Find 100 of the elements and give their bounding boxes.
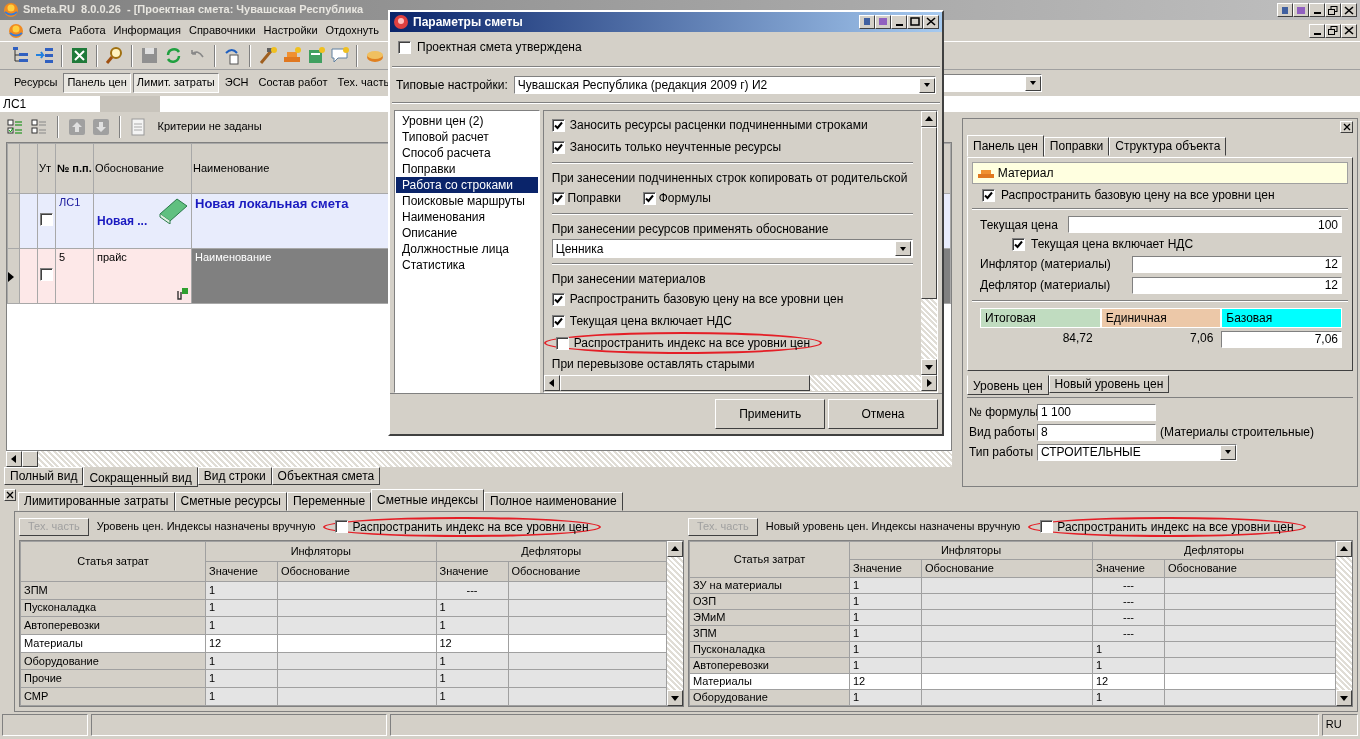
toolbar-button[interactable]: Ресурсы	[10, 73, 62, 93]
checklist-icon[interactable]	[6, 118, 24, 136]
dropdown-field[interactable]: Ценника	[551, 239, 913, 259]
pin-button[interactable]	[859, 15, 875, 29]
toolbar-button[interactable]: Тех. часть	[333, 73, 394, 93]
minimize-button[interactable]	[1309, 3, 1325, 17]
settings-section[interactable]: Уровни цен (2)	[396, 113, 538, 130]
dropdown-button[interactable]	[919, 77, 935, 93]
close-button[interactable]	[1341, 23, 1358, 38]
maximize-button[interactable]	[907, 15, 923, 29]
palette-button[interactable]	[875, 15, 891, 29]
pin-button[interactable]	[1277, 3, 1293, 17]
toolbar-button[interactable]: Панель цен	[63, 73, 131, 93]
scroll-button[interactable]	[667, 541, 683, 557]
menu-item[interactable]: Отдохнуть	[322, 22, 383, 39]
settings-section[interactable]: Способ расчета	[396, 145, 538, 162]
vertical-scrollbar[interactable]	[921, 111, 937, 376]
vertical-scrollbar[interactable]	[667, 541, 683, 706]
settings-section[interactable]: Типовой расчет	[396, 129, 538, 146]
toolbar-button[interactable]: Состав работ	[254, 73, 332, 93]
dialog-button[interactable]: Применить	[715, 399, 826, 429]
horizontal-scrollbar[interactable]	[6, 451, 952, 467]
horizontal-scrollbar[interactable]	[543, 375, 937, 392]
toolbar-button[interactable]: Лимит. затраты	[132, 73, 219, 93]
tab[interactable]: Переменные	[286, 492, 372, 511]
scroll-button[interactable]	[1336, 541, 1352, 557]
tree-insert-icon[interactable]	[34, 45, 55, 66]
scroll-thumb[interactable]	[921, 127, 937, 300]
settings-section[interactable]: Наименования	[396, 209, 538, 226]
scroll-button[interactable]	[921, 111, 937, 128]
input-field[interactable]: 12	[1132, 255, 1342, 273]
minimize-button[interactable]	[891, 15, 907, 29]
language-indicator[interactable]: RU	[1322, 714, 1358, 736]
panel-tab[interactable]: Панель цен	[967, 135, 1044, 157]
input-field[interactable]: СТРОИТЕЛЬНЫЕ	[1037, 443, 1237, 461]
vertical-scrollbar[interactable]	[1336, 541, 1352, 706]
hammer-icon[interactable]	[257, 45, 278, 66]
dropdown-field[interactable]: Чувашская Республика (редакция 2009 г) И2	[513, 76, 936, 95]
palette-button[interactable]	[1293, 3, 1309, 17]
view-tab[interactable]: Вид строки	[197, 467, 272, 485]
close-button[interactable]	[923, 15, 939, 29]
list-icon[interactable]	[30, 118, 48, 136]
view-tab[interactable]: Сокращенный вид	[83, 467, 198, 487]
tab[interactable]: Лимитированные затраты	[18, 492, 175, 511]
scroll-button[interactable]	[667, 690, 683, 706]
tab[interactable]: Полное наименование	[484, 492, 623, 511]
checkbox[interactable]	[335, 520, 349, 534]
column-header[interactable]: Обоснование	[93, 143, 192, 194]
dropdown-button[interactable]	[895, 241, 911, 257]
checkbox[interactable]	[398, 40, 411, 54]
menu-item[interactable]: Работа	[66, 22, 109, 39]
dropdown-button[interactable]	[1025, 75, 1042, 91]
spread-index-option[interactable]: Распространить индекс на все уровни цен	[543, 332, 823, 355]
view-tab[interactable]: Объектная смета	[271, 467, 381, 485]
spread-index-option[interactable]: Распространить индекс на все уровни цен	[1028, 516, 1306, 538]
settings-section[interactable]: Работа со строками	[396, 177, 538, 194]
level-tab[interactable]: Новый уровень цен	[1048, 375, 1170, 393]
input-field[interactable]: 12	[1132, 276, 1342, 294]
restore-button[interactable]	[1325, 23, 1342, 38]
settings-section[interactable]: Статистика	[396, 257, 538, 274]
checkbox[interactable]	[555, 336, 569, 350]
scroll-button[interactable]	[22, 451, 38, 467]
scroll-thumb[interactable]	[559, 375, 810, 392]
checkbox[interactable]	[40, 267, 53, 281]
menu-item[interactable]: Информация	[110, 22, 184, 39]
level-tab[interactable]: Уровень цен	[967, 375, 1049, 395]
scroll-button[interactable]	[921, 359, 937, 376]
panel-tab[interactable]: Поправки	[1043, 137, 1110, 156]
column-header[interactable]: № п.п.	[55, 143, 94, 194]
input-field[interactable]: 8	[1037, 423, 1156, 441]
settings-section[interactable]: Поправки	[396, 161, 538, 178]
dropdown-button[interactable]	[1220, 444, 1236, 460]
magnifier-icon[interactable]	[104, 45, 125, 66]
scroll-button[interactable]	[921, 375, 937, 392]
close-button[interactable]	[1341, 3, 1357, 17]
scroll-button[interactable]	[543, 375, 560, 392]
settings-section[interactable]: Поисковые маршруты	[396, 193, 538, 210]
close-button[interactable]	[1340, 121, 1353, 133]
input-field[interactable]: 7,06	[1221, 330, 1342, 348]
scroll-button[interactable]	[6, 451, 22, 467]
panel-tab[interactable]: Структура объекта	[1109, 137, 1227, 156]
toolbar-button[interactable]: ЭСН	[220, 73, 253, 93]
settings-section[interactable]: Описание	[396, 225, 538, 242]
menu-item[interactable]: Настройки	[260, 22, 321, 39]
spreadsheet-icon[interactable]	[69, 45, 90, 66]
tab[interactable]: Сметные ресурсы	[174, 492, 287, 511]
menu-item[interactable]: Справочники	[185, 22, 259, 39]
spread-index-option[interactable]: Распространить индекс на все уровни цен	[323, 516, 601, 538]
view-tab[interactable]: Полный вид	[4, 467, 84, 485]
input-field[interactable]: 100	[1068, 216, 1342, 234]
tab[interactable]: Сметные индексы	[371, 489, 485, 511]
scroll-button[interactable]	[1336, 690, 1352, 706]
close-button[interactable]	[4, 489, 16, 501]
dialog-button[interactable]: Отмена	[828, 399, 938, 429]
checkbox[interactable]	[40, 212, 53, 226]
menu-item[interactable]: Смета	[26, 22, 65, 39]
checkbox[interactable]	[1040, 520, 1054, 534]
minimize-button[interactable]	[1309, 23, 1326, 38]
restore-button[interactable]	[1325, 3, 1341, 17]
input-field[interactable]: 1 100	[1037, 404, 1156, 421]
